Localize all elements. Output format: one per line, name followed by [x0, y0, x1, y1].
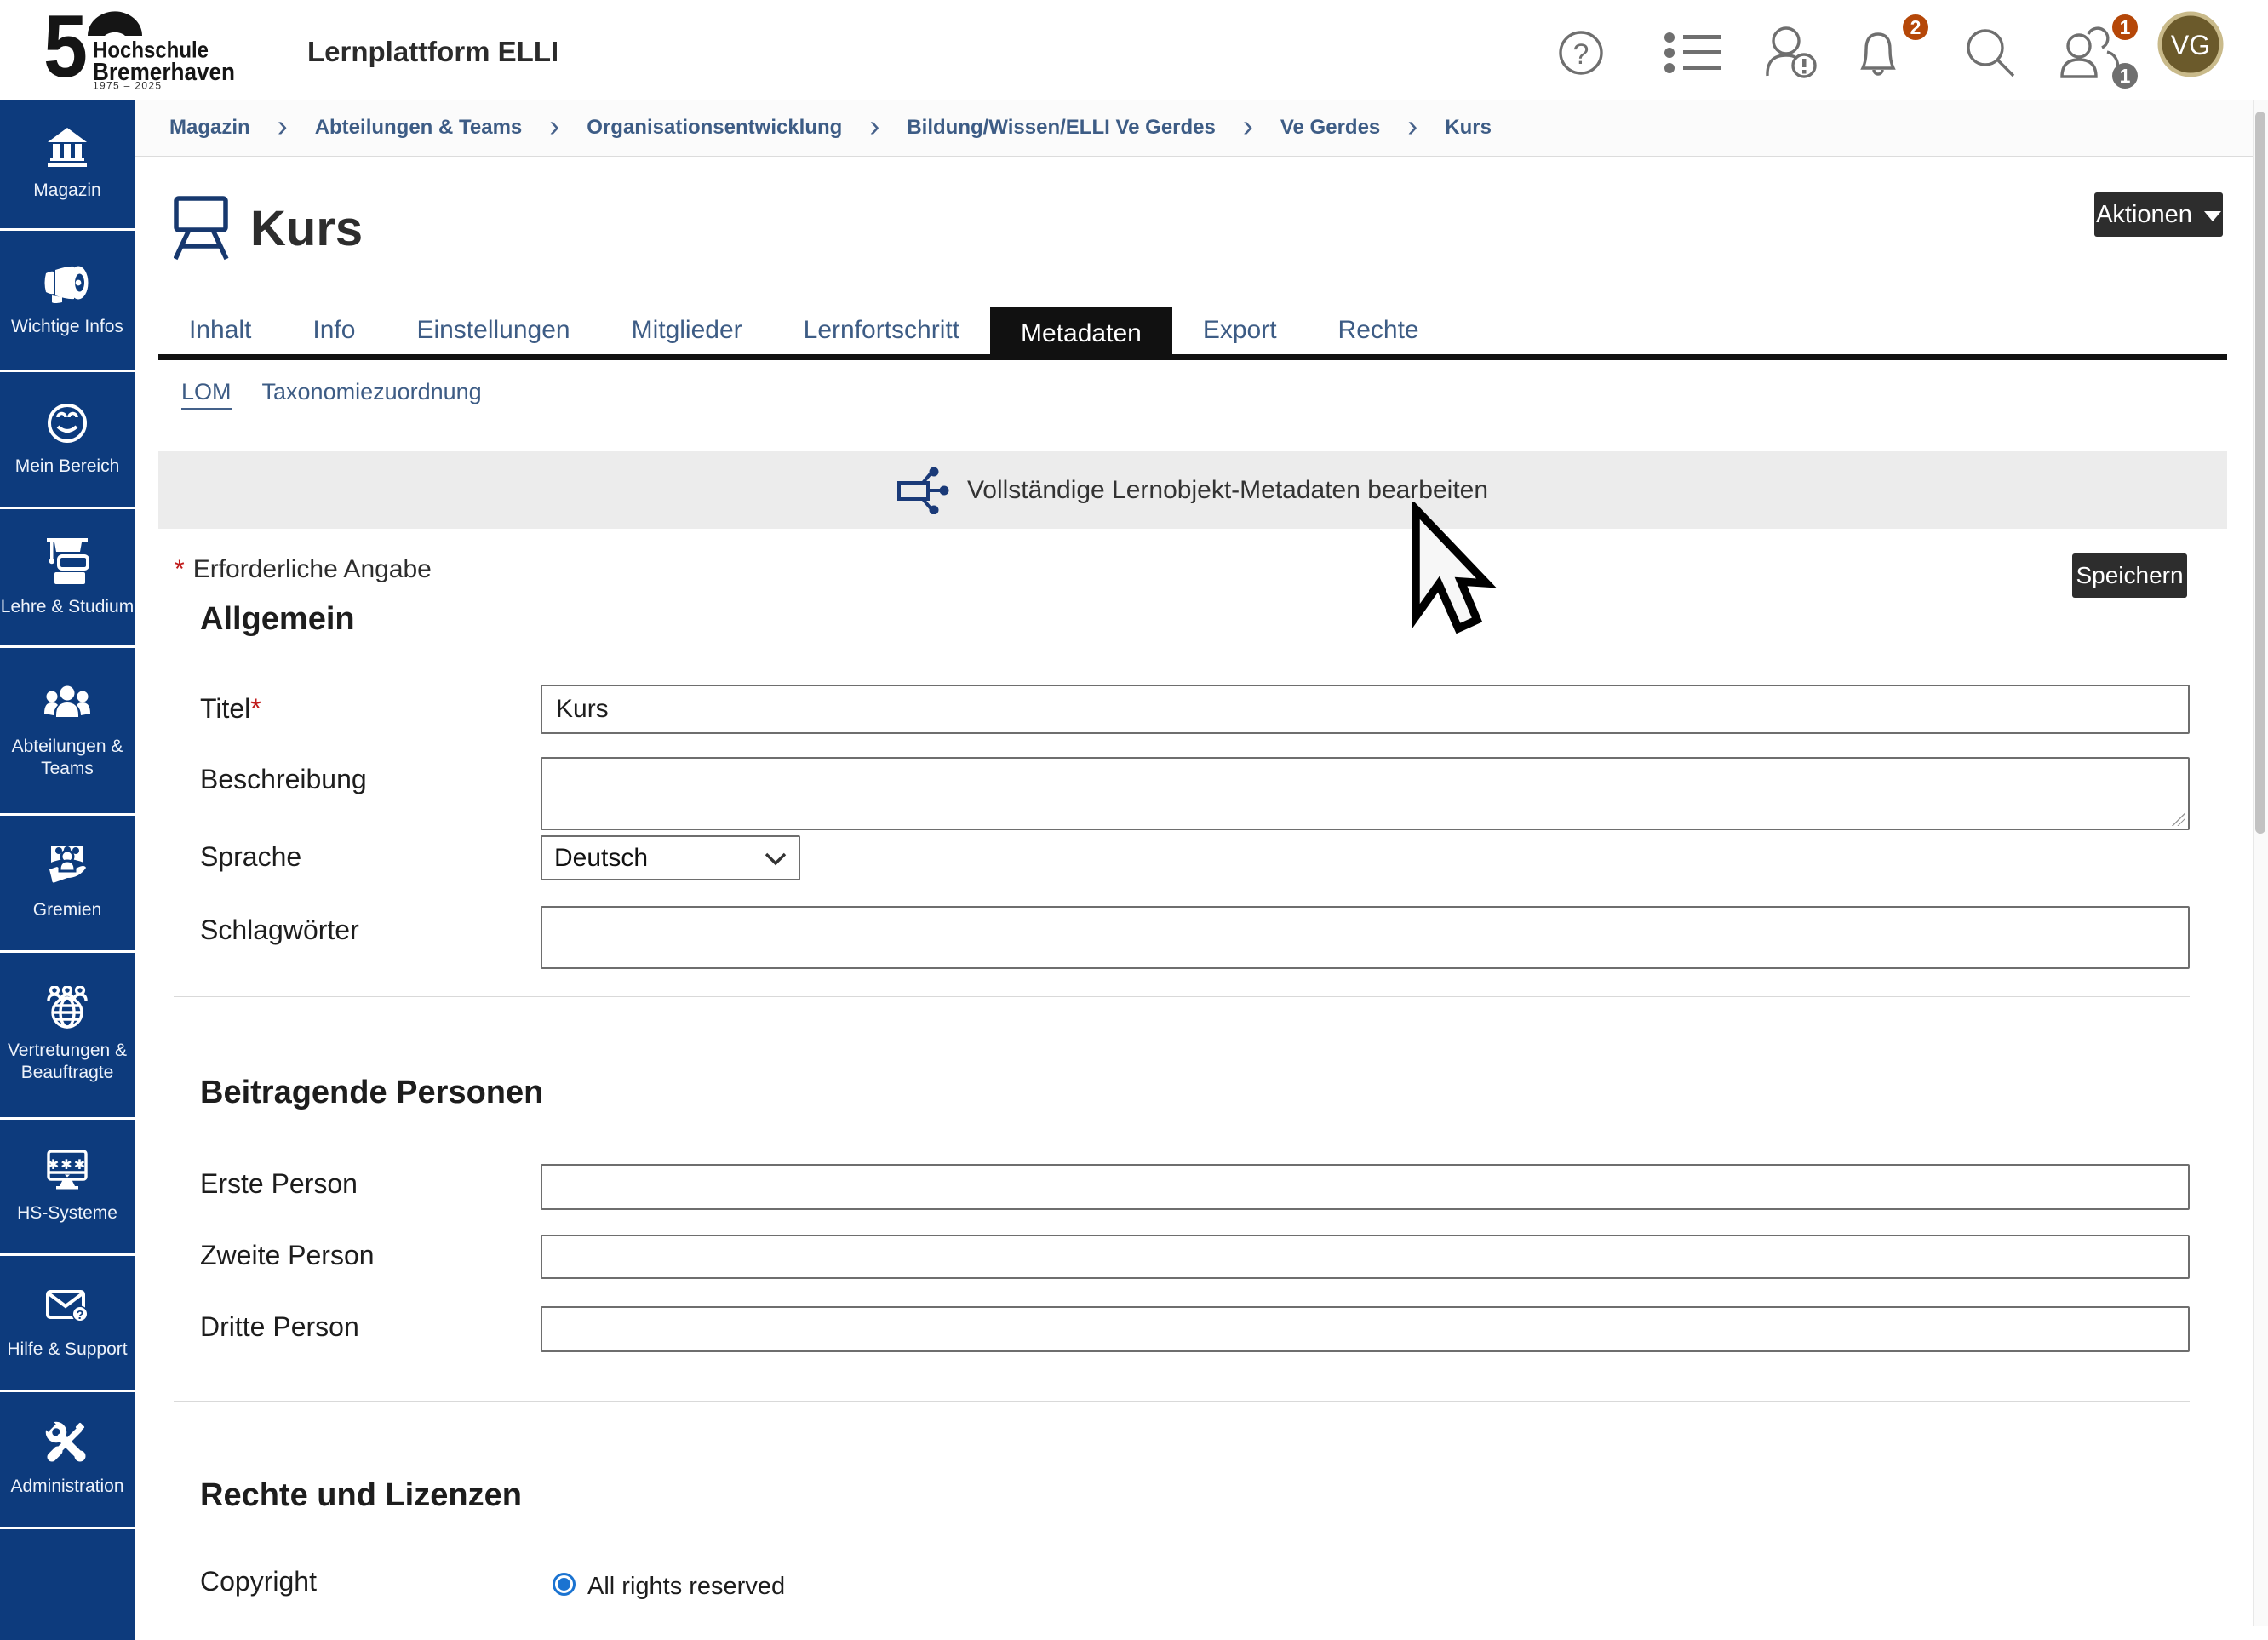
svg-text:?: ? [76, 1308, 83, 1322]
svg-text:1975 – 2025: 1975 – 2025 [93, 80, 161, 92]
svg-text:?: ? [1573, 38, 1589, 71]
svg-text:VG: VG [2171, 30, 2210, 60]
svg-text:1: 1 [2120, 65, 2131, 87]
svg-text:✱✱✱: ✱✱✱ [48, 1158, 87, 1173]
svg-text:5: 5 [43, 10, 88, 95]
svg-text:1: 1 [2120, 16, 2131, 38]
svg-text:2: 2 [1910, 16, 1922, 38]
